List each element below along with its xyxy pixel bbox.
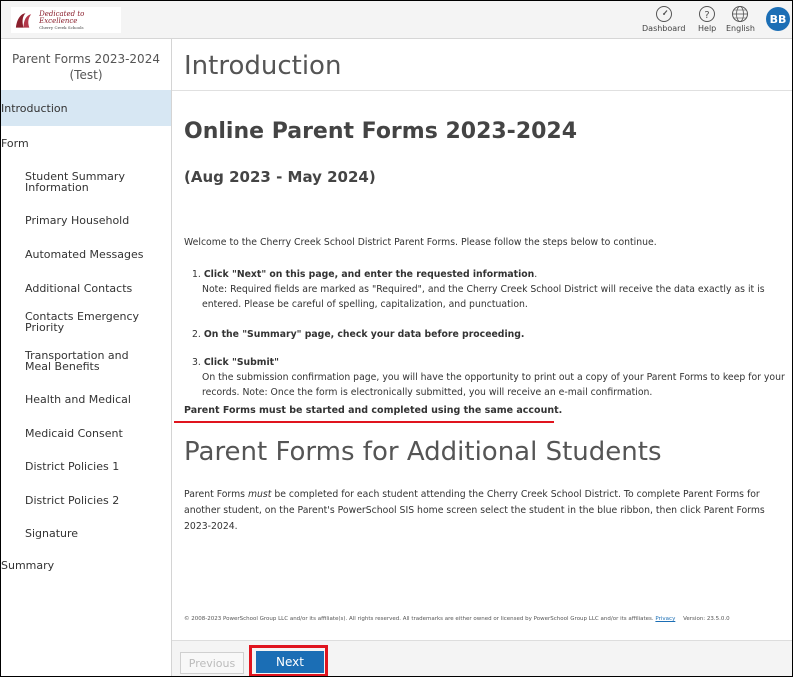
sidebar-item-primary-household[interactable]: Primary Household (25, 207, 171, 233)
bottom-action-bar: Previous Next (172, 640, 792, 676)
sidebar-item-signature[interactable]: Signature (25, 520, 171, 546)
privacy-link[interactable]: Privacy (655, 616, 675, 622)
logo-subtitle: Cherry Creek Schools (39, 24, 84, 30)
welcome-text: Welcome to the Cherry Creek School Distr… (184, 237, 657, 248)
previous-button[interactable]: Previous (180, 652, 244, 674)
sidebar: Parent Forms 2023-2024 (Test) Introducti… (1, 39, 172, 676)
main-content: Introduction Online Parent Forms 2023-20… (172, 39, 792, 676)
help-label: Help (698, 24, 717, 33)
sidebar-item-district-policies-2[interactable]: District Policies 2 (25, 487, 171, 513)
step-item: 1. Click "Next" on this page, and enter … (192, 267, 788, 312)
additional-students-text: Parent Forms must be completed for each … (184, 489, 765, 532)
step-note: On the submission confirmation page, you… (202, 372, 785, 398)
version-text: Version: 23.5.0.0 (683, 616, 730, 622)
user-avatar[interactable]: BB (766, 7, 790, 31)
sidebar-item-introduction[interactable]: Introduction (1, 90, 171, 126)
highlight-underline (174, 421, 554, 423)
svg-text:?: ? (704, 10, 709, 21)
sidebar-item-medicaid-consent[interactable]: Medicaid Consent (25, 420, 171, 446)
language-label: English (726, 24, 755, 33)
account-warning: Parent Forms must be started and complet… (184, 405, 563, 416)
top-bar: Dedicated to Excellence Cherry Creek Sch… (1, 1, 792, 39)
help-question-icon: ? (699, 6, 716, 22)
form-title: Parent Forms 2023-2024 (Test) (12, 52, 160, 82)
sidebar-item-health-medical[interactable]: Health and Medical (25, 386, 171, 412)
next-button[interactable]: Next (256, 651, 324, 673)
page-title: Introduction (184, 51, 342, 81)
sidebar-item-automated-messages[interactable]: Automated Messages (25, 241, 171, 267)
step-note: Note: Required fields are marked as "Req… (202, 284, 765, 310)
step-item: 2. On the "Summary" page, check your dat… (192, 329, 525, 340)
step-item: 3. Click "Submit" On the submission conf… (192, 355, 788, 400)
dashboard-label: Dashboard (642, 24, 686, 33)
sidebar-item-contacts-emergency-priority[interactable]: Contacts Emergency Priority (25, 309, 171, 335)
title-divider (172, 90, 792, 91)
footer-copyright: © 2008-2023 PowerSchool Group LLC and/or… (184, 616, 730, 622)
sidebar-item-student-summary[interactable]: Student Summary Information (25, 164, 171, 200)
app-window: Dedicated to Excellence Cherry Creek Sch… (0, 0, 793, 677)
language-button[interactable]: English (726, 3, 755, 36)
sidebar-item-summary[interactable]: Summary (1, 552, 171, 578)
logo-mark-icon (15, 13, 32, 28)
dashboard-button[interactable]: Dashboard (642, 3, 685, 36)
sidebar-item-additional-contacts[interactable]: Additional Contacts (25, 275, 171, 301)
sidebar-item-form[interactable]: Form (1, 127, 171, 159)
sidebar-item-district-policies-1[interactable]: District Policies 1 (25, 453, 171, 479)
dashboard-gauge-icon (655, 6, 672, 22)
help-button[interactable]: ? Help (698, 3, 716, 36)
form-heading: Online Parent Forms 2023-2024 (184, 119, 578, 144)
district-logo[interactable]: Dedicated to Excellence Cherry Creek Sch… (11, 7, 121, 33)
logo-title: Dedicated to Excellence (39, 9, 85, 25)
form-dates: (Aug 2023 - May 2024) (184, 168, 376, 186)
globe-icon (732, 6, 749, 22)
sidebar-item-transportation-meal[interactable]: Transportation and Meal Benefits (25, 343, 171, 379)
additional-students-heading: Parent Forms for Additional Students (184, 437, 662, 467)
